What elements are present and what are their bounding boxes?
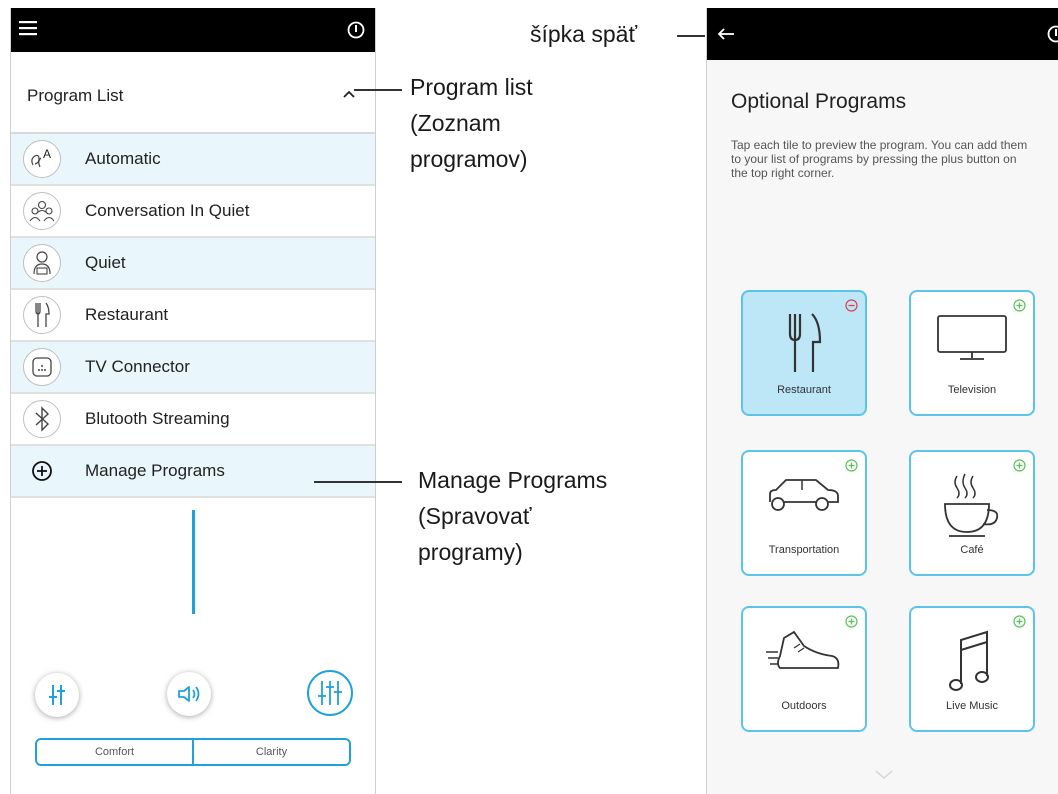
program-tile[interactable]: Transportation <box>741 450 867 576</box>
program-item[interactable]: Blutooth Streaming <box>11 394 375 446</box>
hamburger-menu-icon[interactable] <box>19 20 39 36</box>
chevron-up-icon[interactable] <box>343 90 355 98</box>
manage-programs-leader <box>314 481 402 483</box>
program-item[interactable]: Restaurant <box>11 290 375 342</box>
volume-line <box>192 510 195 614</box>
annotation-line: (Spravovať <box>418 503 532 529</box>
music-note-icon <box>911 628 1033 698</box>
annotation-line: programov) <box>410 146 528 172</box>
program-label: Restaurant <box>85 305 169 324</box>
chevron-down-icon[interactable] <box>875 770 893 780</box>
program-list: A Automatic Conversation In Quiet Quiet Rest… <box>11 134 375 498</box>
quiet-person-icon <box>23 244 61 282</box>
program-label: Blutooth Streaming <box>85 409 230 428</box>
annotation-line: Program list <box>410 74 533 100</box>
add-program-icon[interactable] <box>1013 299 1026 312</box>
program-list-annotation: Program list (Zoznam programov) <box>410 69 533 177</box>
equalizer-button[interactable] <box>35 673 79 717</box>
program-tile[interactable]: Live Music <box>909 606 1035 732</box>
program-list-title: Program List <box>27 86 124 105</box>
page-description: Tap each tile to preview the program. Yo… <box>731 138 1028 180</box>
program-item[interactable]: TV Connector <box>11 342 375 394</box>
program-item[interactable]: Conversation In Quiet <box>11 186 375 238</box>
mixer-button[interactable] <box>307 670 353 716</box>
car-icon <box>743 472 865 516</box>
tile-label: Outdoors <box>781 700 827 712</box>
program-tile[interactable]: Restaurant <box>741 290 867 416</box>
program-tile[interactable]: Café <box>909 450 1035 576</box>
manage-programs-annotation: Manage Programs (Spravovať programy) <box>418 462 607 570</box>
bluetooth-icon <box>23 400 61 438</box>
program-screen: Program List A Automatic Conversation In Q… <box>10 8 376 794</box>
tile-label: Live Music <box>946 700 998 712</box>
add-program-icon[interactable] <box>1013 615 1026 628</box>
tv-connector-icon <box>23 348 61 386</box>
mode-toggle: Comfort Clarity <box>35 738 351 766</box>
program-label: Quiet <box>85 253 126 272</box>
annotation-line: programy) <box>418 539 523 565</box>
comfort-mode-button[interactable]: Comfort <box>37 740 192 764</box>
mixer-icon <box>316 678 344 708</box>
speaker-icon <box>176 684 202 704</box>
add-program-icon[interactable] <box>845 615 858 628</box>
optional-programs-screen: Optional Programs Tap each tile to previ… <box>706 8 1058 794</box>
back-arrow-annotation: šípka späť <box>530 21 638 47</box>
coffee-cup-icon <box>911 472 1033 540</box>
tile-label: Television <box>947 384 997 396</box>
equalizer-icon <box>46 682 68 708</box>
tile-label: Transportation <box>768 544 840 556</box>
program-list-header[interactable]: Program List <box>11 52 375 134</box>
tile-label: Restaurant <box>777 384 831 396</box>
automatic-icon: A <box>23 140 61 178</box>
info-icon[interactable] <box>347 21 365 39</box>
svg-text:A: A <box>43 147 51 161</box>
add-program-icon[interactable] <box>845 459 858 472</box>
add-program-icon[interactable] <box>1013 459 1026 472</box>
annotation-line: (Zoznam <box>410 110 501 136</box>
back-arrow-icon[interactable] <box>717 27 735 41</box>
remove-program-icon[interactable] <box>845 299 858 312</box>
tile-label: Café <box>960 544 984 556</box>
info-icon[interactable] <box>1047 25 1058 43</box>
television-icon <box>911 312 1033 364</box>
page-title: Optional Programs <box>731 90 907 113</box>
annotation-line: Manage Programs <box>418 467 608 493</box>
conversation-icon <box>23 192 61 230</box>
top-bar <box>11 8 375 52</box>
program-item[interactable]: A Automatic <box>11 134 375 186</box>
back-arrow-leader <box>677 35 705 37</box>
program-label: Conversation In Quiet <box>85 201 250 220</box>
fork-knife-icon <box>23 296 61 334</box>
program-item[interactable]: Quiet <box>11 238 375 290</box>
clarity-mode-button[interactable]: Clarity <box>192 740 349 764</box>
volume-button[interactable] <box>167 672 211 716</box>
program-label: Manage Programs <box>85 461 225 480</box>
program-list-leader <box>354 89 402 91</box>
program-tile[interactable]: Television <box>909 290 1035 416</box>
program-item[interactable]: Manage Programs <box>11 446 375 498</box>
plus-circle-icon <box>23 452 61 490</box>
running-shoe-icon <box>743 628 865 680</box>
fork-knife-icon <box>743 312 865 374</box>
top-bar <box>707 8 1058 60</box>
program-tile[interactable]: Outdoors <box>741 606 867 732</box>
program-label: TV Connector <box>85 357 190 376</box>
program-label: Automatic <box>85 149 161 168</box>
